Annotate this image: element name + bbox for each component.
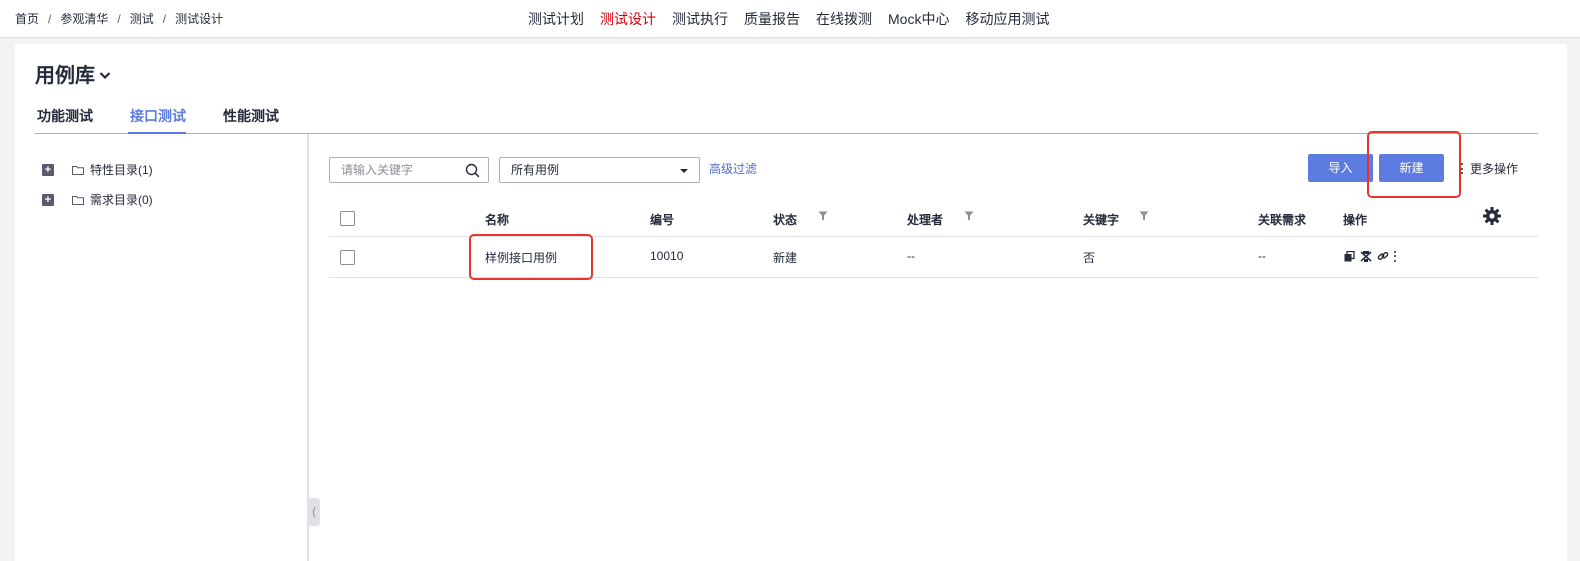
nav-online-dial-test[interactable]: 在线拨测	[816, 9, 872, 29]
tab-bar: 功能测试 接口测试 性能测试	[35, 106, 1538, 134]
row-actions	[1344, 250, 1401, 262]
column-header-keyword[interactable]: 关键字	[1083, 211, 1119, 228]
tree-item-requirement-dir[interactable]: + 需求目录(0)	[42, 191, 153, 208]
case-requirement: --	[1258, 249, 1266, 263]
nav-quality-report[interactable]: 质量报告	[744, 9, 800, 29]
main-panel: 用例库 功能测试 接口测试 性能测试 + 特性目录(1) + 需求目录(0) ⟨…	[15, 44, 1567, 561]
table-header: 名称 编号 状态 处理者 关键字 关联需求 操作	[329, 197, 1538, 237]
tree-item-label: 特性目录(1)	[90, 163, 153, 177]
select-all-checkbox[interactable]	[340, 211, 355, 226]
page-title: 用例库	[35, 65, 95, 87]
case-filter-select[interactable]: 所有用例	[499, 157, 700, 183]
import-button[interactable]: 导入	[1308, 154, 1373, 182]
expand-icon[interactable]: +	[42, 193, 54, 206]
search-input[interactable]	[330, 158, 460, 182]
top-bar: 首页 / 参观清华 / 测试 / 测试设计 测试计划 测试设计 测试执行 质量报…	[0, 0, 1580, 38]
filter-icon[interactable]	[818, 211, 828, 221]
more-vertical-icon[interactable]	[1394, 250, 1396, 262]
folder-icon	[72, 195, 84, 205]
column-header-handler[interactable]: 处理者	[907, 211, 943, 228]
column-header-name[interactable]: 名称	[485, 211, 509, 228]
case-status: 新建	[773, 251, 798, 265]
new-button[interactable]: 新建	[1379, 154, 1444, 182]
more-actions-button[interactable]: 更多操作	[1461, 160, 1518, 177]
search-box	[329, 157, 489, 183]
breadcrumb-test-design: 测试设计	[175, 12, 224, 26]
breadcrumb: 首页 / 参观清华 / 测试 / 测试设计	[15, 10, 223, 27]
row-checkbox[interactable]	[340, 250, 355, 265]
advanced-filter-link[interactable]: 高级过滤	[709, 160, 757, 177]
nav-mobile-app-test[interactable]: 移动应用测试	[965, 9, 1049, 29]
gear-icon[interactable]	[1482, 206, 1502, 226]
expand-icon[interactable]: +	[42, 163, 54, 176]
case-handler: --	[907, 249, 915, 263]
column-header-actions: 操作	[1343, 213, 1368, 227]
top-nav: 测试计划 测试设计 测试执行 质量报告 在线拨测 Mock中心 移动应用测试	[528, 9, 1065, 29]
table-row[interactable]: 样例接口用例 10010 新建 -- 否 --	[329, 237, 1538, 278]
filter-icon[interactable]	[1139, 211, 1149, 221]
case-filter-value: 所有用例	[511, 163, 560, 177]
folder-icon	[72, 165, 84, 175]
link-icon[interactable]	[1377, 250, 1389, 262]
tree-item-label: 需求目录(0)	[90, 193, 153, 207]
chevron-down-icon	[99, 71, 111, 79]
tree-item-feature-dir[interactable]: + 特性目录(1)	[42, 161, 153, 178]
copy-icon[interactable]	[1344, 250, 1355, 262]
case-name-link[interactable]: 样例接口用例	[485, 249, 557, 266]
breadcrumb-project[interactable]: 参观清华	[60, 10, 108, 27]
more-vertical-icon	[1461, 163, 1463, 174]
breadcrumb-separator: /	[117, 11, 121, 26]
directory-tree: + 特性目录(1) + 需求目录(0)	[15, 134, 309, 561]
breadcrumb-separator: /	[48, 11, 52, 26]
caret-down-icon	[680, 169, 688, 173]
nav-test-plan[interactable]: 测试计划	[528, 9, 584, 29]
filter-icon[interactable]	[964, 211, 974, 221]
collapse-sidebar-handle[interactable]: ⟨	[308, 498, 320, 526]
library-selector[interactable]: 用例库	[35, 59, 111, 88]
tab-api-test[interactable]: 接口测试	[128, 106, 186, 134]
column-header-status[interactable]: 状态	[773, 211, 797, 228]
nav-mock-center[interactable]: Mock中心	[888, 9, 949, 29]
nav-test-design[interactable]: 测试设计	[600, 9, 656, 29]
nav-test-execution[interactable]: 测试执行	[672, 9, 728, 29]
case-keyword: 否	[1083, 251, 1096, 265]
tab-performance-test[interactable]: 性能测试	[221, 106, 279, 134]
breadcrumb-home[interactable]: 首页	[15, 10, 39, 27]
breadcrumb-separator: /	[162, 11, 167, 26]
column-header-id[interactable]: 编号	[650, 211, 674, 228]
tab-functional-test[interactable]: 功能测试	[35, 106, 93, 134]
breadcrumb-test[interactable]: 测试	[130, 10, 154, 27]
more-actions-label: 更多操作	[1470, 162, 1519, 176]
column-header-requirement[interactable]: 关联需求	[1258, 211, 1306, 228]
search-icon[interactable]	[465, 163, 480, 178]
case-id: 10010	[650, 249, 684, 263]
execute-icon[interactable]	[1360, 250, 1372, 262]
